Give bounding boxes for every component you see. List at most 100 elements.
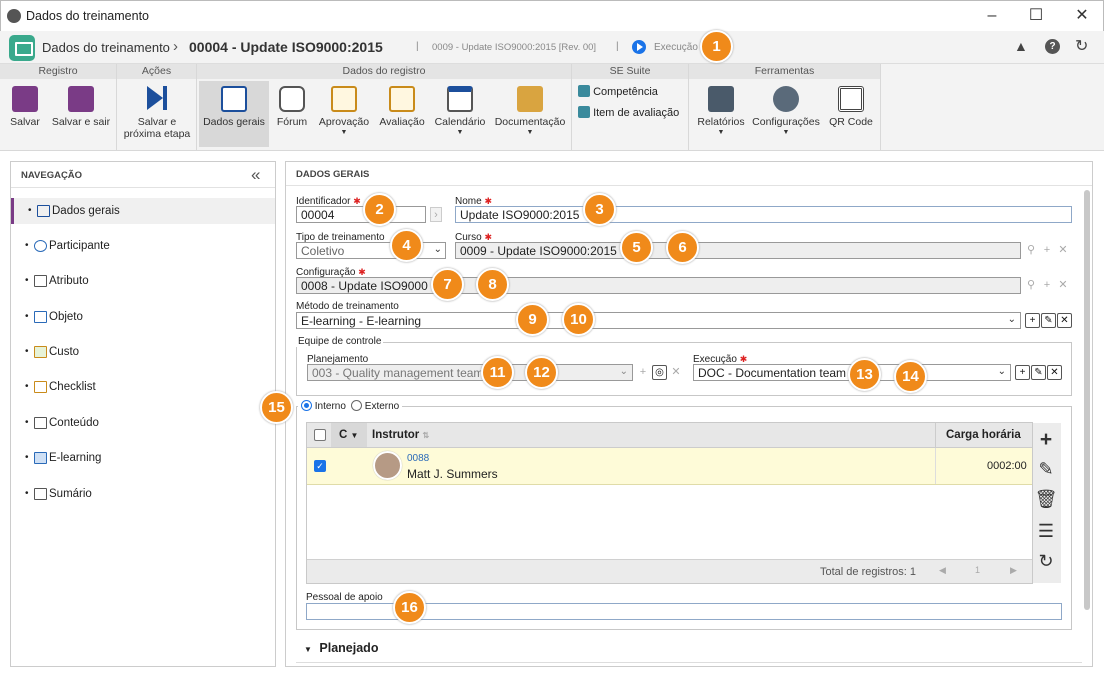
internal-radio[interactable]	[301, 400, 312, 411]
reports-button[interactable]: Relatórios ▼	[693, 86, 749, 136]
approval-label: Aprovação	[318, 116, 370, 128]
list-icon[interactable]: ☰	[1033, 521, 1059, 549]
table-row[interactable]: ✓ 0088 Matt J. Summers 0002:00	[307, 448, 1032, 485]
scrollbar[interactable]	[1084, 190, 1090, 610]
nav-item-sumario[interactable]: • Sumário	[11, 481, 275, 507]
edit-button[interactable]: ✎	[1041, 313, 1056, 328]
save-button[interactable]: Salvar	[4, 86, 46, 128]
settings-label: Configurações	[752, 116, 820, 128]
clear-button[interactable]: ✕	[1047, 365, 1062, 380]
breadcrumb-root[interactable]: Dados do treinamento	[42, 40, 170, 55]
evaluation-item-link[interactable]: Item de avaliação	[578, 106, 679, 119]
avatar	[373, 451, 402, 480]
reports-dropdown-icon[interactable]: ▼	[693, 129, 749, 136]
nav-item-atributo[interactable]: • Atributo	[11, 268, 275, 294]
column-instructor[interactable]: Instrutor ⇅	[372, 429, 429, 441]
minimize-button[interactable]: –	[977, 5, 1007, 27]
page-number: 1	[975, 565, 981, 575]
forum-button[interactable]: Fórum	[271, 86, 313, 128]
course-field[interactable]: 0009 - Update ISO9000:2015	[455, 242, 1021, 259]
edit-row-icon[interactable]: ✎	[1033, 459, 1059, 487]
bullet: •	[25, 311, 29, 322]
planned-section-label: Planejado	[319, 641, 379, 655]
e-learning-icon	[34, 452, 47, 464]
add-icon[interactable]: +	[1041, 278, 1053, 293]
name-field[interactable]: Update ISO9000:2015	[455, 206, 1072, 223]
content-icon	[34, 417, 47, 429]
nav-item-conteudo[interactable]: • Conteúdo	[11, 410, 275, 436]
collapse-panel-icon[interactable]: «	[251, 165, 260, 185]
clear-icon[interactable]: ✕	[1057, 243, 1069, 258]
collapse-up-icon[interactable]: ▲	[1014, 38, 1028, 54]
calendar-button[interactable]: Calendário ▼	[431, 86, 489, 136]
add-button[interactable]: +	[1015, 365, 1030, 380]
add-icon[interactable]: +	[1041, 243, 1053, 258]
nav-item-e-learning[interactable]: • E-learning	[11, 445, 275, 471]
column-hours[interactable]: Carga horária	[935, 423, 1032, 447]
clear-icon[interactable]: ✕	[670, 365, 682, 380]
save-next-step-button[interactable]: Salvar e próxima etapa	[119, 86, 195, 140]
nav-item-objeto[interactable]: • Objeto	[11, 304, 275, 330]
evaluation-item-icon	[578, 106, 590, 118]
row-checkbox[interactable]: ✓	[314, 460, 326, 472]
planning-select[interactable]: 003 - Quality management team ⌄	[307, 364, 633, 381]
save-next-label-2: próxima etapa	[123, 128, 191, 140]
external-option[interactable]: Externo	[348, 400, 403, 412]
calendar-dropdown-icon[interactable]: ▼	[431, 129, 489, 136]
general-data-button[interactable]: Dados gerais	[199, 81, 269, 147]
gears-icon	[773, 86, 799, 112]
clear-button[interactable]: ✕	[1057, 313, 1072, 328]
clear-icon[interactable]: ✕	[1057, 278, 1069, 293]
documentation-button[interactable]: Documentação ▼	[492, 86, 568, 136]
next-page-icon[interactable]: ▶	[1010, 565, 1017, 576]
edit-button[interactable]: ✎	[1031, 365, 1046, 380]
configuration-field[interactable]: 0008 - Update ISO9000	[296, 277, 1021, 294]
binoculars-button[interactable]: ◎	[652, 365, 667, 380]
nav-item-checklist[interactable]: • Checklist	[11, 374, 275, 400]
column-c[interactable]: C ▼	[331, 423, 367, 447]
settings-dropdown-icon[interactable]: ▼	[751, 129, 821, 136]
search-icon[interactable]: ⚲	[1025, 243, 1037, 258]
app-icon	[7, 9, 21, 23]
window-title: Dados do treinamento	[26, 9, 149, 23]
planning-value: 003 - Quality management team	[312, 366, 484, 380]
planned-section-toggle[interactable]: ▼ Planejado	[304, 641, 378, 655]
external-radio[interactable]	[351, 400, 362, 411]
callout-badge: 14	[894, 360, 927, 393]
approval-icon	[331, 86, 357, 112]
internal-option[interactable]: Interno	[298, 400, 349, 412]
maximize-button[interactable]: ☐	[1021, 5, 1051, 27]
competence-link[interactable]: Competência	[578, 85, 658, 98]
add-button[interactable]: +	[1025, 313, 1040, 328]
qr-code-button[interactable]: QR Code	[825, 86, 877, 128]
nav-item-dados-gerais[interactable]: • Dados gerais	[11, 198, 275, 224]
approval-button[interactable]: Aprovação ▼	[315, 86, 373, 136]
evaluation-button[interactable]: Avaliação	[375, 86, 429, 128]
documentation-dropdown-icon[interactable]: ▼	[492, 129, 568, 136]
search-icon[interactable]: ⚲	[1025, 278, 1037, 293]
select-all-checkbox[interactable]	[314, 429, 326, 441]
record-title: 00004 - Update ISO9000:2015	[189, 39, 383, 55]
help-icon[interactable]: ?	[1045, 39, 1060, 54]
callout-badge: 4	[390, 229, 423, 262]
prev-page-icon[interactable]: ◀	[939, 565, 946, 576]
training-type-select[interactable]: Coletivo ⌄	[296, 242, 446, 259]
bullet: •	[25, 488, 29, 499]
refresh-icon[interactable]: ↻	[1075, 36, 1088, 56]
settings-button[interactable]: Configurações ▼	[751, 86, 821, 136]
chevron-right-icon[interactable]: ›	[430, 207, 442, 222]
nav-item-participante[interactable]: • Participante	[11, 233, 275, 259]
nav-item-custo[interactable]: • Custo	[11, 339, 275, 365]
add-row-icon[interactable]: +	[1033, 428, 1059, 456]
method-select[interactable]: E-learning - E-learning ⌄	[296, 312, 1021, 329]
save-exit-button[interactable]: Salvar e sair	[50, 86, 112, 128]
identifier-field[interactable]: 00004	[296, 206, 426, 223]
delete-row-icon[interactable]: 🗑︎	[1033, 489, 1059, 517]
close-button[interactable]: ✕	[1067, 5, 1097, 27]
add-icon[interactable]: +	[637, 365, 649, 380]
approval-dropdown-icon[interactable]: ▼	[315, 129, 373, 136]
save-next-label-1: Salvar e	[137, 116, 177, 128]
refresh-grid-icon[interactable]: ↻	[1033, 551, 1059, 579]
chevron-down-icon: ⌄	[433, 244, 442, 255]
forum-label: Fórum	[276, 116, 308, 128]
